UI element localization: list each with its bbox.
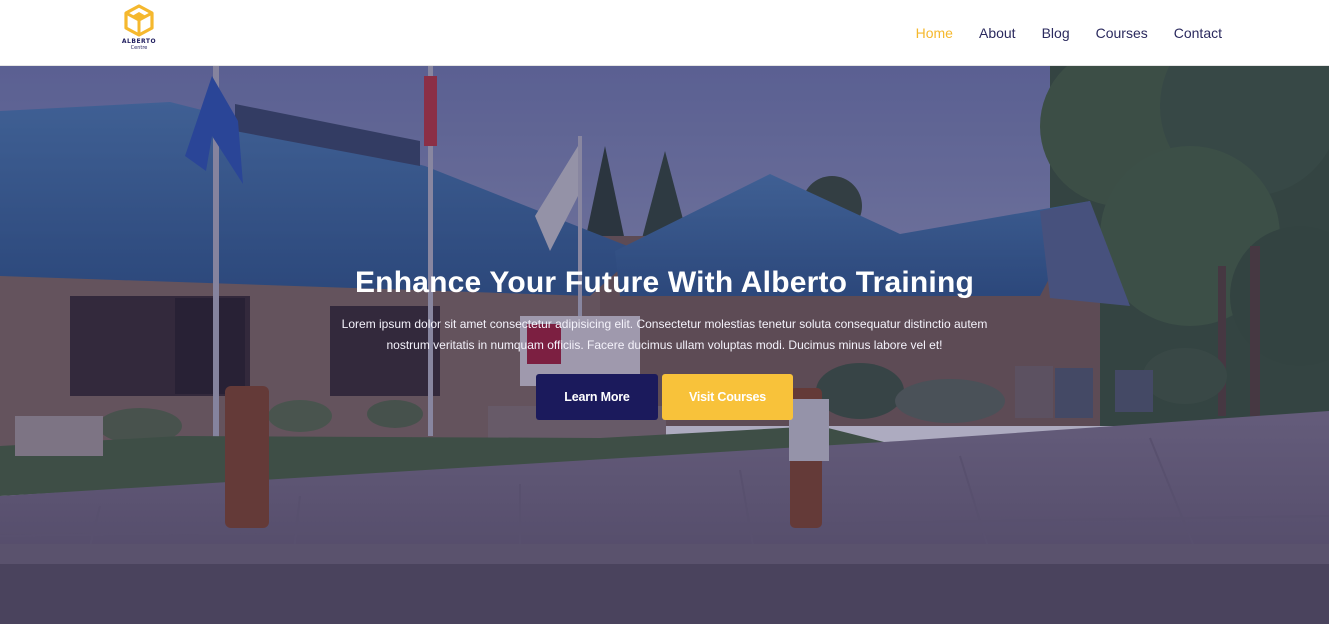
learn-more-button[interactable]: Learn More — [536, 374, 658, 420]
hero-title: Enhance Your Future With Alberto Trainin… — [354, 266, 975, 299]
nav-contact[interactable]: Contact — [1174, 25, 1222, 41]
hero-content: Enhance Your Future With Alberto Trainin… — [0, 266, 1329, 420]
hero-description: Lorem ipsum dolor sit amet consectetur a… — [341, 317, 988, 352]
logo[interactable]: ALBERTO Centre — [118, 4, 160, 60]
logo-text: ALBERTO — [121, 38, 157, 45]
nav-courses[interactable]: Courses — [1096, 25, 1148, 41]
nav-home[interactable]: Home — [916, 25, 953, 41]
logo-subtitle: Centre — [130, 45, 148, 51]
logo-cube-icon — [124, 4, 154, 37]
hero-section: Enhance Your Future With Alberto Trainin… — [0, 66, 1329, 624]
site-header: ALBERTO Centre Home About Blog Courses C… — [0, 0, 1329, 66]
hero-buttons: Learn More Visit Courses — [0, 374, 1329, 420]
nav-about[interactable]: About — [979, 25, 1016, 41]
main-nav: Home About Blog Courses Contact — [916, 0, 1222, 66]
visit-courses-button[interactable]: Visit Courses — [662, 374, 793, 420]
nav-blog[interactable]: Blog — [1042, 25, 1070, 41]
